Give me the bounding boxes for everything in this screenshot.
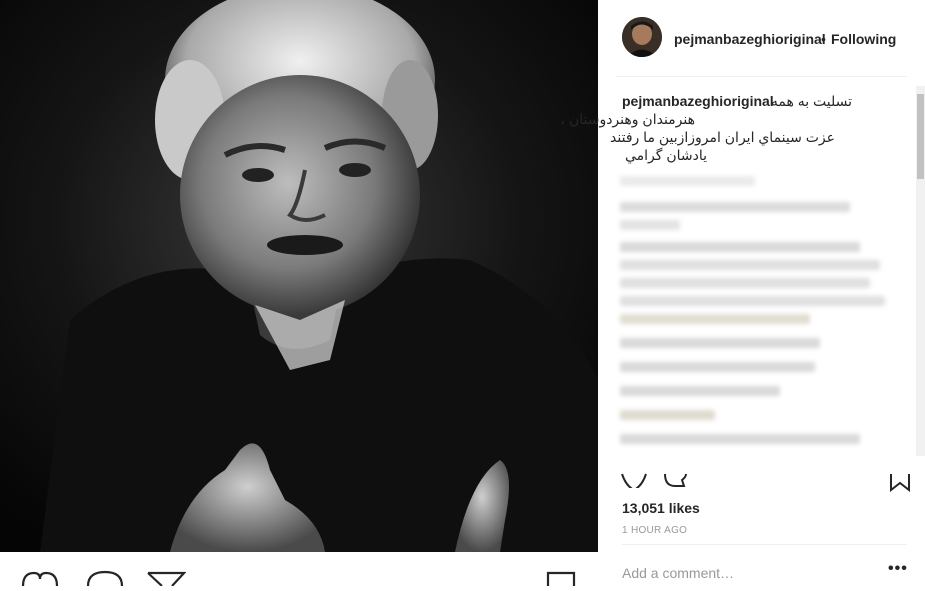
photo-bottom-actions bbox=[0, 552, 598, 587]
post-side-panel: pejmanbazeghioriginal • Following pejman… bbox=[561, 0, 925, 586]
header-divider bbox=[616, 76, 907, 77]
caption-line-3: عزت سينماي ايران امروزازبين ما رفتند bbox=[610, 129, 835, 145]
footer-divider bbox=[622, 544, 907, 545]
post-actions bbox=[598, 458, 925, 494]
comment-icon[interactable] bbox=[86, 570, 124, 591]
heart-icon[interactable] bbox=[620, 464, 648, 493]
more-options-button[interactable]: ••• bbox=[888, 560, 908, 578]
comments-scrollbar[interactable] bbox=[916, 86, 925, 456]
separator-dot: • bbox=[821, 31, 826, 47]
heart-icon[interactable] bbox=[20, 570, 60, 591]
post-photo[interactable] bbox=[0, 0, 598, 552]
bookmark-icon[interactable] bbox=[546, 570, 576, 591]
avatar[interactable] bbox=[622, 17, 662, 57]
caption-line-4: يادشان گرامي bbox=[624, 147, 707, 163]
caption-line-2: هنرمندان وهنردوستان ، bbox=[560, 111, 695, 127]
comment-icon[interactable] bbox=[662, 464, 688, 493]
header-username[interactable]: pejmanbazeghioriginal bbox=[674, 31, 826, 47]
caption-username[interactable]: pejmanbazeghioriginal bbox=[622, 92, 774, 110]
share-icon[interactable] bbox=[146, 570, 187, 591]
add-comment-input[interactable]: Add a comment… bbox=[622, 565, 734, 581]
scrollbar-thumb[interactable] bbox=[917, 94, 924, 179]
following-button[interactable]: Following bbox=[831, 31, 896, 47]
like-count[interactable]: 13,051 likes bbox=[622, 500, 700, 516]
caption-line-1: تسلیت به همه bbox=[770, 93, 852, 109]
blurred-comments bbox=[620, 172, 910, 457]
post-timestamp[interactable]: 1 HOUR AGO bbox=[622, 525, 687, 536]
bookmark-icon[interactable] bbox=[888, 464, 912, 494]
portrait-image bbox=[0, 0, 598, 552]
post-header: pejmanbazeghioriginal • Following bbox=[598, 0, 925, 76]
